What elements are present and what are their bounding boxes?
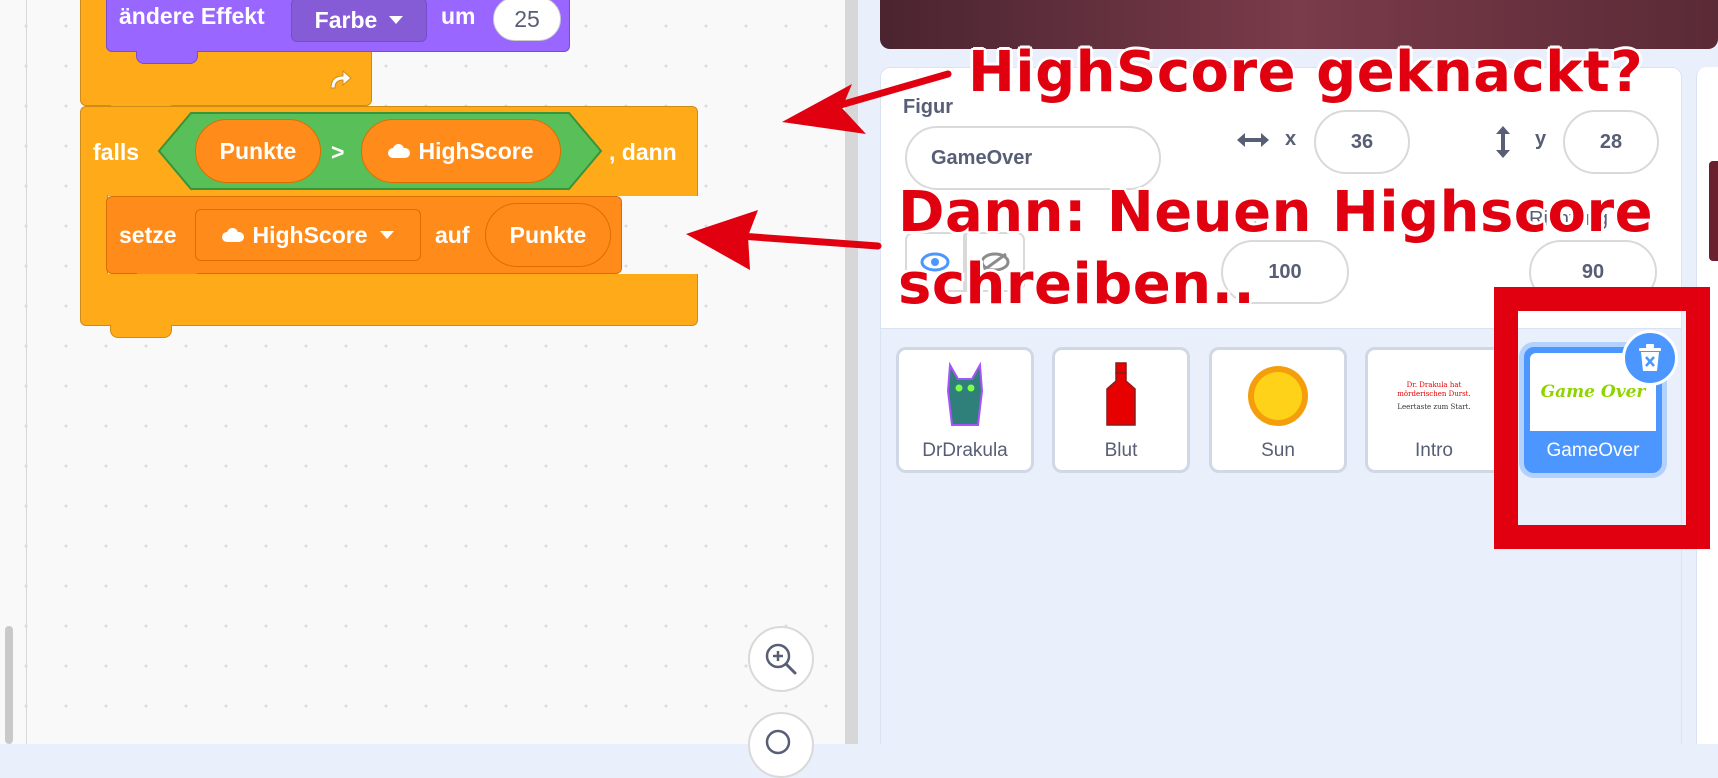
arrow-to-if-block xyxy=(782,70,952,134)
annotation-new-highscore: Dann: Neuen Highscore xyxy=(898,180,1654,245)
annotation-write: schreiben.. xyxy=(898,252,1256,317)
annotation-arrows xyxy=(686,70,952,270)
arrow-to-set-block xyxy=(686,210,882,270)
annotation-highscore-question: HighScore geknackt? xyxy=(968,40,1644,105)
